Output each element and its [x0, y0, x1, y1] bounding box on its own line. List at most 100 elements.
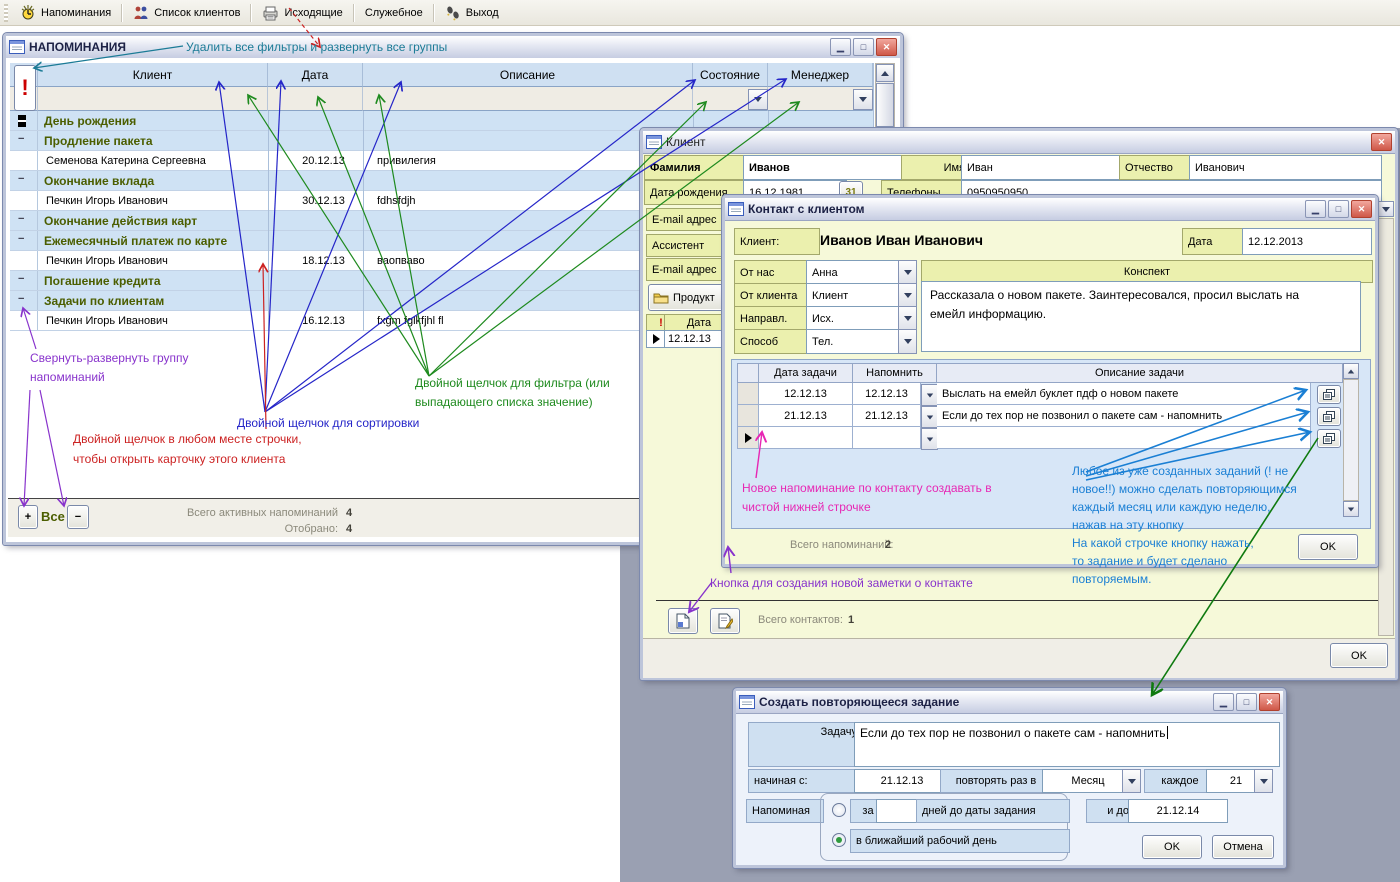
- summary-textarea[interactable]: Рассказала о новом пакете. Заинтересовал…: [921, 281, 1361, 352]
- task-scroll-down[interactable]: [1343, 501, 1359, 517]
- workday-radio[interactable]: [832, 833, 846, 847]
- make-recurring-button[interactable]: [1317, 407, 1341, 426]
- task-column-remind[interactable]: Напомнить: [853, 363, 937, 383]
- close-button[interactable]: ✕: [1351, 200, 1372, 218]
- task-date-cell[interactable]: 12.12.13: [759, 383, 853, 405]
- menu-item-client-list[interactable]: Список клиентов: [129, 3, 244, 23]
- column-header-client[interactable]: Клиент: [38, 63, 268, 87]
- new-contact-note-button[interactable]: [668, 608, 698, 634]
- group-toggle[interactable]: [10, 111, 38, 130]
- column-header-description[interactable]: Описание: [363, 63, 693, 87]
- group-toggle[interactable]: −: [10, 271, 38, 290]
- method-field[interactable]: Тел.: [806, 329, 910, 354]
- contact-ok-button[interactable]: OK: [1298, 534, 1358, 560]
- filter-cell-client[interactable]: [38, 87, 268, 111]
- task-row-gutter[interactable]: [737, 405, 759, 427]
- scroll-up-button[interactable]: [876, 64, 894, 82]
- maximize-button[interactable]: □: [1236, 693, 1257, 711]
- collapse-marker[interactable]: −: [18, 133, 24, 145]
- mini-row-marker-cell[interactable]: [646, 330, 666, 348]
- task-remind-dropdown[interactable]: [921, 428, 938, 450]
- name-field[interactable]: Иван: [961, 155, 1129, 180]
- manager-filter-dropdown[interactable]: [853, 89, 873, 110]
- task-column-date[interactable]: Дата задачи: [759, 363, 853, 383]
- filter-cell-date[interactable]: [268, 87, 363, 111]
- make-recurring-button[interactable]: [1317, 385, 1341, 404]
- from-client-dropdown[interactable]: [898, 283, 917, 308]
- group-toggle[interactable]: −: [10, 171, 38, 190]
- contact-titlebar[interactable]: Контакт с клиентом ▁ □ ✕: [725, 198, 1375, 221]
- task-remind-dropdown[interactable]: [921, 384, 938, 406]
- start-field[interactable]: 21.12.13: [854, 769, 950, 793]
- scroll-thumb[interactable]: [876, 83, 894, 127]
- task-scrollbar[interactable]: [1343, 379, 1359, 501]
- task-remind-cell[interactable]: [853, 427, 921, 449]
- expand-all-button[interactable]: +: [18, 505, 38, 529]
- maximize-button[interactable]: □: [853, 38, 874, 56]
- repeat-combo[interactable]: Месяц: [1042, 769, 1134, 793]
- collapse-all-button[interactable]: −: [67, 505, 89, 529]
- product-button[interactable]: Продукт: [648, 284, 732, 311]
- menu-item-exit[interactable]: Выход: [441, 3, 503, 23]
- column-header-manager[interactable]: Менеджер: [768, 63, 873, 87]
- method-dropdown[interactable]: [898, 329, 917, 354]
- edit-contact-note-button[interactable]: [710, 608, 740, 634]
- menubar-grip[interactable]: [4, 3, 8, 22]
- task-remind-cell[interactable]: 12.12.13: [853, 383, 921, 405]
- task-date-cell[interactable]: 21.12.13: [759, 405, 853, 427]
- collapse-marker[interactable]: −: [18, 273, 24, 285]
- collapse-marker[interactable]: −: [18, 293, 24, 305]
- close-button[interactable]: ✕: [1259, 693, 1280, 711]
- direction-dropdown[interactable]: [898, 306, 917, 331]
- from-us-field[interactable]: Анна: [806, 260, 910, 285]
- contact-date-field[interactable]: 12.12.2013: [1242, 228, 1372, 255]
- close-button[interactable]: ✕: [876, 38, 897, 56]
- days-before-radio[interactable]: [832, 803, 846, 817]
- client-scroll-down-button[interactable]: [1378, 201, 1394, 217]
- from-client-field[interactable]: Клиент: [806, 283, 910, 308]
- group-toggle[interactable]: −: [10, 231, 38, 250]
- workday-option-label[interactable]: в ближайший рабочий день: [850, 829, 1070, 853]
- from-us-dropdown[interactable]: [898, 260, 917, 285]
- menu-item-service[interactable]: Служебное: [361, 5, 427, 21]
- column-header-date[interactable]: Дата: [268, 63, 363, 87]
- recurring-cancel-button[interactable]: Отмена: [1212, 835, 1274, 859]
- task-remind-dropdown[interactable]: [921, 406, 938, 428]
- alert-filter-button[interactable]: !: [14, 65, 36, 111]
- every-dropdown[interactable]: [1254, 769, 1273, 793]
- task-desc-cell[interactable]: Выслать на емейл буклет пдф о новом паке…: [937, 383, 1311, 405]
- column-header-state[interactable]: Состояние: [693, 63, 768, 87]
- patronymic-field[interactable]: Иванович: [1189, 155, 1382, 180]
- task-remind-cell[interactable]: 21.12.13: [853, 405, 921, 427]
- minimize-button[interactable]: ▁: [830, 38, 851, 56]
- minimize-button[interactable]: ▁: [1305, 200, 1326, 218]
- until-field[interactable]: 21.12.14: [1128, 799, 1228, 823]
- close-button[interactable]: ✕: [1371, 133, 1392, 151]
- filter-cell-description[interactable]: [363, 87, 693, 111]
- task-column-description[interactable]: Описание задачи: [937, 363, 1343, 383]
- surname-field[interactable]: Иванов: [743, 155, 911, 180]
- mini-date-cell[interactable]: 12.12.13: [664, 330, 730, 348]
- reminders-titlebar[interactable]: НАПОМИНАНИЯ ▁ □ ✕: [6, 36, 900, 59]
- menu-item-reminders[interactable]: Напоминания: [16, 3, 115, 23]
- repeat-dropdown[interactable]: [1122, 769, 1141, 793]
- recurring-ok-button[interactable]: OK: [1142, 835, 1202, 859]
- client-ok-button[interactable]: OK: [1330, 643, 1388, 668]
- minimize-button[interactable]: ▁: [1213, 693, 1234, 711]
- group-toggle[interactable]: −: [10, 291, 38, 310]
- collapse-marker[interactable]: −: [18, 233, 24, 245]
- maximize-button[interactable]: □: [1328, 200, 1349, 218]
- make-recurring-button[interactable]: [1317, 429, 1341, 448]
- collapse-marker[interactable]: −: [18, 173, 24, 185]
- client-scrollbar-track[interactable]: [1378, 218, 1394, 636]
- group-toggle[interactable]: −: [10, 211, 38, 230]
- task-desc-cell[interactable]: Если до тех пор не позвонил о пакете сам…: [937, 405, 1311, 427]
- collapse-marker[interactable]: −: [18, 213, 24, 225]
- task-scroll-up[interactable]: [1343, 363, 1359, 379]
- task-desc-cell[interactable]: [937, 427, 1311, 449]
- group-toggle[interactable]: −: [10, 131, 38, 150]
- task-new-row-marker[interactable]: [737, 427, 759, 449]
- task-field[interactable]: Если до тех пор не позвонил о пакете сам…: [854, 722, 1280, 767]
- recurring-titlebar[interactable]: Создать повторяющееся задание ▁ □ ✕: [736, 691, 1283, 714]
- state-filter-dropdown[interactable]: [748, 89, 768, 110]
